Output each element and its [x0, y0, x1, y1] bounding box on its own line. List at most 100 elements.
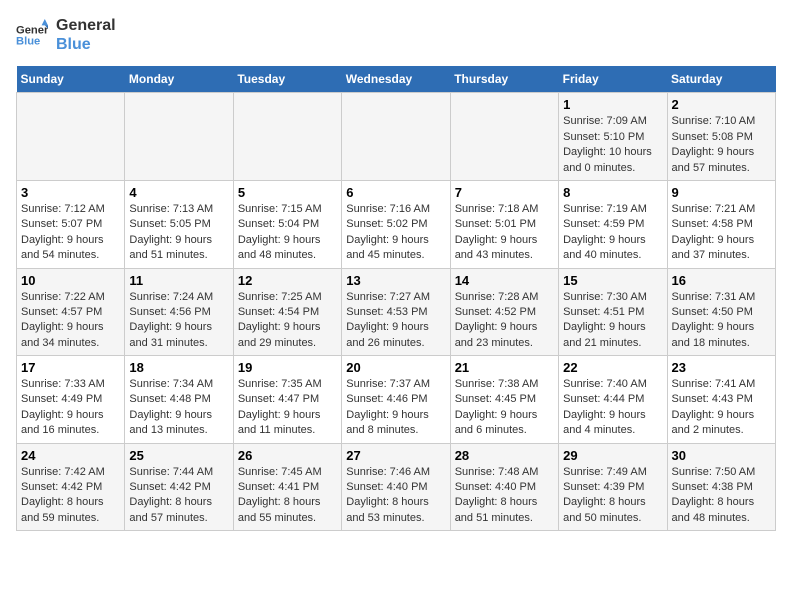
day-info: Sunrise: 7:25 AM Sunset: 4:54 PM Dayligh… — [238, 290, 337, 352]
day-info: Sunrise: 7:35 AM Sunset: 4:47 PM Dayligh… — [238, 377, 337, 439]
weekday-header-monday: Monday — [125, 66, 233, 93]
weekday-header-friday: Friday — [559, 66, 667, 93]
calendar-cell: 29 Sunrise: 7:49 AM Sunset: 4:39 PM Dayli… — [559, 443, 667, 531]
day-number: 12 — [238, 273, 337, 288]
calendar-cell: 25 Sunrise: 7:44 AM Sunset: 4:42 PM Dayli… — [125, 443, 233, 531]
calendar-cell: 22 Sunrise: 7:40 AM Sunset: 4:44 PM Dayli… — [559, 356, 667, 444]
week-row-1: 1 Sunrise: 7:09 AM Sunset: 5:10 PM Daylig… — [17, 93, 776, 181]
logo-icon: General Blue — [16, 19, 48, 51]
day-number: 21 — [455, 360, 554, 375]
day-info: Sunrise: 7:18 AM Sunset: 5:01 PM Dayligh… — [455, 202, 554, 264]
calendar-cell: 23 Sunrise: 7:41 AM Sunset: 4:43 PM Dayli… — [667, 356, 775, 444]
day-info: Sunrise: 7:13 AM Sunset: 5:05 PM Dayligh… — [129, 202, 228, 264]
calendar-cell: 16Sunrise: 7:31 AM Sunset: 4:50 PM Dayli… — [667, 268, 775, 356]
day-info: Sunrise: 7:31 AM Sunset: 4:50 PM Dayligh… — [672, 290, 771, 352]
day-number: 28 — [455, 448, 554, 463]
calendar-cell: 11 Sunrise: 7:24 AM Sunset: 4:56 PM Dayli… — [125, 268, 233, 356]
day-number: 30 — [672, 448, 771, 463]
calendar-cell — [342, 93, 450, 181]
calendar-cell: 14 Sunrise: 7:28 AM Sunset: 4:52 PM Dayli… — [450, 268, 558, 356]
calendar-cell — [450, 93, 558, 181]
day-number: 6 — [346, 185, 445, 200]
calendar-cell: 19 Sunrise: 7:35 AM Sunset: 4:47 PM Dayli… — [233, 356, 341, 444]
day-info: Sunrise: 7:38 AM Sunset: 4:45 PM Dayligh… — [455, 377, 554, 439]
day-info: Sunrise: 7:49 AM Sunset: 4:39 PM Dayligh… — [563, 465, 662, 527]
calendar-cell — [17, 93, 125, 181]
calendar-cell: 12 Sunrise: 7:25 AM Sunset: 4:54 PM Dayli… — [233, 268, 341, 356]
day-info: Sunrise: 7:37 AM Sunset: 4:46 PM Dayligh… — [346, 377, 445, 439]
day-info: Sunrise: 7:12 AM Sunset: 5:07 PM Dayligh… — [21, 202, 120, 264]
calendar-cell: 4 Sunrise: 7:13 AM Sunset: 5:05 PM Daylig… — [125, 180, 233, 268]
day-number: 4 — [129, 185, 228, 200]
day-info: Sunrise: 7:22 AM Sunset: 4:57 PM Dayligh… — [21, 290, 120, 352]
calendar-cell: 2 Sunrise: 7:10 AM Sunset: 5:08 PM Daylig… — [667, 93, 775, 181]
day-number: 20 — [346, 360, 445, 375]
weekday-header-saturday: Saturday — [667, 66, 775, 93]
calendar-cell: 28 Sunrise: 7:48 AM Sunset: 4:40 PM Dayli… — [450, 443, 558, 531]
day-info: Sunrise: 7:10 AM Sunset: 5:08 PM Dayligh… — [672, 114, 771, 176]
day-info: Sunrise: 7:42 AM Sunset: 4:42 PM Dayligh… — [21, 465, 120, 527]
page-header: General Blue General Blue — [16, 16, 776, 54]
calendar-cell: 1 Sunrise: 7:09 AM Sunset: 5:10 PM Daylig… — [559, 93, 667, 181]
calendar-cell: 17Sunrise: 7:33 AM Sunset: 4:49 PM Dayli… — [17, 356, 125, 444]
day-number: 26 — [238, 448, 337, 463]
day-number: 15 — [563, 273, 662, 288]
svg-text:General: General — [16, 25, 48, 37]
day-info: Sunrise: 7:30 AM Sunset: 4:51 PM Dayligh… — [563, 290, 662, 352]
day-number: 19 — [238, 360, 337, 375]
day-number: 25 — [129, 448, 228, 463]
day-info: Sunrise: 7:34 AM Sunset: 4:48 PM Dayligh… — [129, 377, 228, 439]
calendar-cell — [125, 93, 233, 181]
calendar-cell: 13 Sunrise: 7:27 AM Sunset: 4:53 PM Dayli… — [342, 268, 450, 356]
day-number: 5 — [238, 185, 337, 200]
week-row-5: 24 Sunrise: 7:42 AM Sunset: 4:42 PM Dayli… — [17, 443, 776, 531]
day-info: Sunrise: 7:28 AM Sunset: 4:52 PM Dayligh… — [455, 290, 554, 352]
day-info: Sunrise: 7:16 AM Sunset: 5:02 PM Dayligh… — [346, 202, 445, 264]
day-number: 14 — [455, 273, 554, 288]
day-number: 8 — [563, 185, 662, 200]
day-number: 24 — [21, 448, 120, 463]
day-info: Sunrise: 7:21 AM Sunset: 4:58 PM Dayligh… — [672, 202, 771, 264]
calendar-table: SundayMondayTuesdayWednesdayThursdayFrid… — [16, 66, 776, 531]
calendar-cell: 10 Sunrise: 7:22 AM Sunset: 4:57 PM Dayli… — [17, 268, 125, 356]
day-info: Sunrise: 7:27 AM Sunset: 4:53 PM Dayligh… — [346, 290, 445, 352]
day-number: 10 — [21, 273, 120, 288]
calendar-cell: 30 Sunrise: 7:50 AM Sunset: 4:38 PM Dayli… — [667, 443, 775, 531]
day-info: Sunrise: 7:41 AM Sunset: 4:43 PM Dayligh… — [672, 377, 771, 439]
day-number: 29 — [563, 448, 662, 463]
calendar-body: 1 Sunrise: 7:09 AM Sunset: 5:10 PM Daylig… — [17, 93, 776, 531]
week-row-2: 3Sunrise: 7:12 AM Sunset: 5:07 PM Daylig… — [17, 180, 776, 268]
day-info: Sunrise: 7:19 AM Sunset: 4:59 PM Dayligh… — [563, 202, 662, 264]
calendar-cell: 21 Sunrise: 7:38 AM Sunset: 4:45 PM Dayli… — [450, 356, 558, 444]
calendar-cell: 18Sunrise: 7:34 AM Sunset: 4:48 PM Dayli… — [125, 356, 233, 444]
day-info: Sunrise: 7:45 AM Sunset: 4:41 PM Dayligh… — [238, 465, 337, 527]
calendar-cell — [233, 93, 341, 181]
logo-text-blue: Blue — [56, 35, 116, 54]
svg-text:Blue: Blue — [16, 36, 40, 48]
day-number: 22 — [563, 360, 662, 375]
day-number: 13 — [346, 273, 445, 288]
day-number: 1 — [563, 97, 662, 112]
calendar-cell: 9 Sunrise: 7:21 AM Sunset: 4:58 PM Daylig… — [667, 180, 775, 268]
calendar-cell: 5 Sunrise: 7:15 AM Sunset: 5:04 PM Daylig… — [233, 180, 341, 268]
calendar-cell: 6 Sunrise: 7:16 AM Sunset: 5:02 PM Daylig… — [342, 180, 450, 268]
day-info: Sunrise: 7:09 AM Sunset: 5:10 PM Dayligh… — [563, 114, 662, 176]
weekday-header-thursday: Thursday — [450, 66, 558, 93]
day-number: 2 — [672, 97, 771, 112]
calendar-cell: 8 Sunrise: 7:19 AM Sunset: 4:59 PM Daylig… — [559, 180, 667, 268]
day-number: 11 — [129, 273, 228, 288]
weekday-header-row: SundayMondayTuesdayWednesdayThursdayFrid… — [17, 66, 776, 93]
day-info: Sunrise: 7:50 AM Sunset: 4:38 PM Dayligh… — [672, 465, 771, 527]
logo-text-general: General — [56, 16, 116, 35]
day-info: Sunrise: 7:15 AM Sunset: 5:04 PM Dayligh… — [238, 202, 337, 264]
day-info: Sunrise: 7:40 AM Sunset: 4:44 PM Dayligh… — [563, 377, 662, 439]
day-info: Sunrise: 7:48 AM Sunset: 4:40 PM Dayligh… — [455, 465, 554, 527]
calendar-cell: 3Sunrise: 7:12 AM Sunset: 5:07 PM Daylig… — [17, 180, 125, 268]
day-info: Sunrise: 7:44 AM Sunset: 4:42 PM Dayligh… — [129, 465, 228, 527]
day-info: Sunrise: 7:24 AM Sunset: 4:56 PM Dayligh… — [129, 290, 228, 352]
calendar-cell: 20 Sunrise: 7:37 AM Sunset: 4:46 PM Dayli… — [342, 356, 450, 444]
calendar-cell: 24 Sunrise: 7:42 AM Sunset: 4:42 PM Dayli… — [17, 443, 125, 531]
day-number: 9 — [672, 185, 771, 200]
week-row-4: 17Sunrise: 7:33 AM Sunset: 4:49 PM Dayli… — [17, 356, 776, 444]
day-number: 23 — [672, 360, 771, 375]
